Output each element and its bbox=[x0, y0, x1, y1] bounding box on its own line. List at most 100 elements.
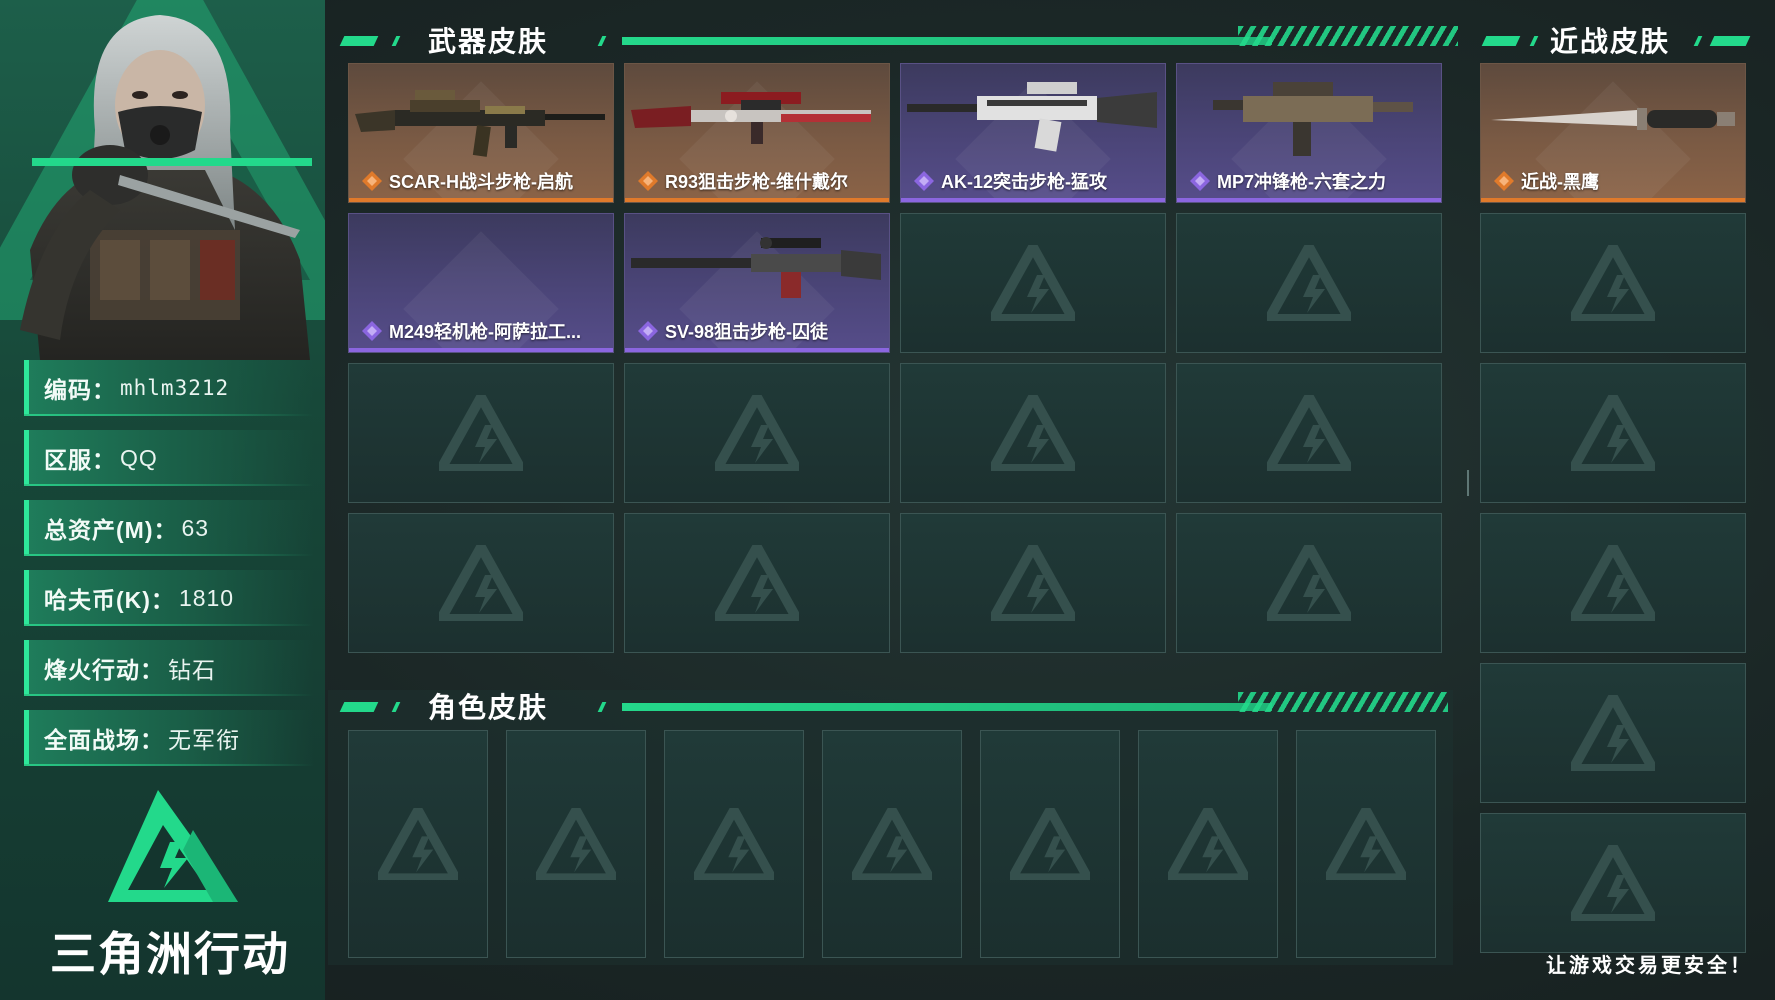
melee-skins-title: 近战皮肤 bbox=[1550, 26, 1671, 57]
purple-rarity-diamond-icon bbox=[638, 321, 658, 341]
header-slash bbox=[339, 36, 379, 46]
rarity-strip bbox=[1177, 198, 1441, 202]
melee-skins-header: 近战皮肤 bbox=[1480, 18, 1752, 58]
header-slash bbox=[1529, 36, 1539, 46]
header-hatch bbox=[1238, 26, 1458, 46]
header-slash bbox=[597, 36, 607, 46]
empty-slot-logo-icon bbox=[1571, 545, 1655, 621]
weapon-skin-card[interactable]: SV-98狙击步枪-囚徒 bbox=[624, 213, 890, 353]
accent-bar bbox=[32, 158, 312, 166]
character-skins-title: 角色皮肤 bbox=[428, 692, 549, 723]
empty-melee-slot bbox=[1480, 363, 1746, 503]
empty-character-slot bbox=[348, 730, 488, 958]
smg-image bbox=[1213, 82, 1413, 156]
field-label: 编码： bbox=[44, 377, 116, 403]
empty-slot-logo-icon bbox=[378, 808, 458, 880]
empty-slot-logo-icon bbox=[991, 545, 1075, 621]
sniper-rifle-image bbox=[631, 237, 881, 298]
field-value: mhlm3212 bbox=[120, 376, 230, 400]
melee-skin-card[interactable]: 近战-黑鹰 bbox=[1480, 63, 1746, 203]
empty-slot-logo-icon bbox=[1168, 808, 1248, 880]
orange-rarity-diamond-icon bbox=[362, 171, 382, 191]
melee-skins-column: 近战-黑鹰 bbox=[1476, 55, 1751, 955]
weapon-skin-card[interactable]: M249轻机枪-阿萨拉工... bbox=[348, 213, 614, 353]
weapon-skin-name: MP7冲锋枪-六套之力 bbox=[1217, 172, 1387, 192]
knife-image bbox=[1491, 108, 1735, 130]
purple-rarity-diamond-icon bbox=[362, 321, 382, 341]
weapon-skin-name: R93狙击步枪-维什戴尔 bbox=[665, 172, 849, 192]
empty-melee-slot bbox=[1480, 663, 1746, 803]
empty-slot-logo-icon bbox=[991, 245, 1075, 321]
empty-slot-logo-icon bbox=[1571, 845, 1655, 921]
field-label: 哈夫币(K)： bbox=[44, 587, 175, 613]
empty-weapon-slot bbox=[348, 513, 614, 653]
field-value: 无军衔 bbox=[168, 727, 240, 753]
empty-weapon-slot bbox=[1176, 213, 1442, 353]
character-avatar bbox=[20, 15, 310, 360]
empty-slot-logo-icon bbox=[1326, 808, 1406, 880]
weapon-skin-card[interactable]: MP7冲锋枪-六套之力 bbox=[1176, 63, 1442, 203]
empty-slot-logo-icon bbox=[439, 395, 523, 471]
weapon-skins-title: 武器皮肤 bbox=[428, 26, 549, 57]
weapon-skins-grid: SCAR-H战斗步枪-启航 R93狙击步枪-维什戴尔 AK-12突击步枪-猛攻 … bbox=[332, 55, 1452, 675]
delta-logo-icon bbox=[108, 790, 238, 902]
header-slash bbox=[339, 702, 379, 712]
weapon-skin-label: MP7冲锋枪-六套之力 bbox=[1189, 168, 1435, 194]
field-value: 1810 bbox=[178, 584, 235, 611]
weapon-skin-name: SCAR-H战斗步枪-启航 bbox=[389, 172, 573, 192]
header-slash bbox=[391, 702, 401, 712]
empty-weapon-slot bbox=[900, 513, 1166, 653]
empty-weapon-slot bbox=[624, 513, 890, 653]
profile-field-currency: 哈夫币(K)： 1810 bbox=[24, 570, 314, 626]
empty-slot-logo-icon bbox=[991, 395, 1075, 471]
rarity-strip bbox=[625, 348, 889, 352]
rarity-strip bbox=[901, 198, 1165, 202]
profile-field-total-assets: 总资产(M)： 63 bbox=[24, 500, 314, 556]
field-value: QQ bbox=[120, 444, 158, 471]
header-slash bbox=[1709, 36, 1751, 46]
footer-slogan: 让游戏交易更安全！ bbox=[1546, 955, 1753, 977]
profile-info-list: 编码： mhlm3212 区服： QQ 总资产(M)： 63 哈夫币(K)： 1… bbox=[24, 360, 314, 780]
header-slash bbox=[1481, 36, 1521, 46]
header-slash bbox=[391, 36, 401, 46]
field-value: 63 bbox=[181, 514, 210, 541]
empty-weapon-slot bbox=[624, 363, 890, 503]
orange-rarity-diamond-icon bbox=[638, 171, 658, 191]
empty-slot-logo-icon bbox=[715, 395, 799, 471]
weapon-skin-label: R93狙击步枪-维什戴尔 bbox=[637, 168, 883, 194]
separator-tick bbox=[1467, 470, 1469, 496]
header-line bbox=[622, 703, 1272, 711]
weapon-skin-card[interactable]: AK-12突击步枪-猛攻 bbox=[900, 63, 1166, 203]
weapon-skin-label: SV-98狙击步枪-囚徒 bbox=[637, 318, 883, 344]
empty-character-slot bbox=[1296, 730, 1436, 958]
field-label: 烽火行动： bbox=[44, 657, 164, 683]
profile-field-warfare-rank: 全面战场： 无军衔 bbox=[24, 710, 314, 766]
empty-weapon-slot bbox=[348, 363, 614, 503]
empty-melee-slot bbox=[1480, 513, 1746, 653]
weapon-skin-label: M249轻机枪-阿萨拉工... bbox=[361, 318, 607, 344]
empty-character-slot bbox=[822, 730, 962, 958]
purple-rarity-diamond-icon bbox=[1190, 171, 1210, 191]
weapon-skin-label: AK-12突击步枪-猛攻 bbox=[913, 168, 1159, 194]
weapon-skin-card[interactable]: R93狙击步枪-维什戴尔 bbox=[624, 63, 890, 203]
header-hatch bbox=[1238, 692, 1448, 712]
field-label: 总资产(M)： bbox=[44, 517, 178, 543]
empty-character-slot bbox=[664, 730, 804, 958]
empty-slot-logo-icon bbox=[715, 545, 799, 621]
empty-weapon-slot bbox=[1176, 363, 1442, 503]
empty-slot-logo-icon bbox=[1571, 695, 1655, 771]
profile-field-operation-rank: 烽火行动： 钻石 bbox=[24, 640, 314, 696]
empty-character-slot bbox=[506, 730, 646, 958]
weapon-skin-name: SV-98狙击步枪-囚徒 bbox=[665, 322, 829, 342]
rarity-strip bbox=[349, 198, 613, 202]
profile-field-code: 编码： mhlm3212 bbox=[24, 360, 314, 416]
melee-skin-label: 近战-黑鹰 bbox=[1493, 168, 1739, 194]
melee-skin-name: 近战-黑鹰 bbox=[1521, 172, 1599, 192]
empty-melee-slot bbox=[1480, 813, 1746, 953]
weapon-skin-name: AK-12突击步枪-猛攻 bbox=[941, 172, 1108, 192]
empty-slot-logo-icon bbox=[1267, 545, 1351, 621]
orange-rarity-diamond-icon bbox=[1494, 171, 1514, 191]
weapon-skin-card[interactable]: SCAR-H战斗步枪-启航 bbox=[348, 63, 614, 203]
empty-slot-logo-icon bbox=[1010, 808, 1090, 880]
rifle-image bbox=[355, 90, 605, 157]
